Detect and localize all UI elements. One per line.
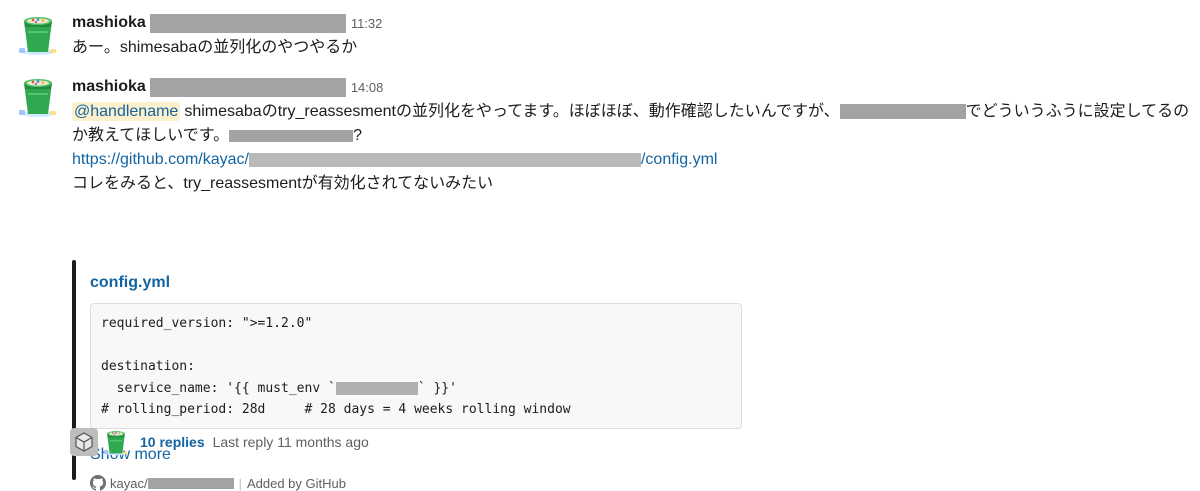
thread-summary[interactable]: 10 replies Last reply 11 months ago — [70, 428, 369, 456]
message-text: あー。shimesabaの並列化のやつやるか — [72, 39, 358, 56]
timestamp[interactable]: 11:32 — [351, 16, 383, 31]
bucket-avatar-icon[interactable] — [16, 12, 60, 56]
redacted-repo-name[interactable] — [147, 477, 234, 489]
link-prefix[interactable]: https://github.com/kayac/ — [72, 151, 249, 168]
attachment-title[interactable]: config.yml — [90, 274, 170, 292]
redacted-display-name — [149, 77, 346, 97]
message-text-part: コレをみると、try_reassesmentが有効化されてないみたい — [72, 175, 494, 192]
message-text-part: ? — [353, 127, 363, 144]
message-content: mashioka 14:08 @handlename shimesabaのtry_… — [72, 74, 1192, 491]
footer-repo[interactable]: kayac/ — [110, 476, 148, 491]
bucket-avatar-icon[interactable] — [16, 74, 60, 118]
username[interactable]: mashioka — [72, 14, 146, 32]
redacted-display-name — [149, 13, 346, 33]
github-icon — [90, 475, 106, 491]
code-snippet: required_version: ">=1.2.0" destination: … — [90, 303, 742, 429]
username[interactable]: mashioka — [72, 78, 146, 96]
code-text: ` }}' — [417, 380, 457, 396]
code-text: service_name: '{{ must_env ` — [101, 380, 336, 396]
code-line: service_name: '{{ must_env ` ` }}' — [101, 378, 731, 400]
message-text: @handlename shimesabaのtry_reassesmentの並列化… — [72, 100, 1192, 196]
redacted-text — [229, 129, 354, 142]
link-suffix[interactable]: /config.yml — [641, 151, 717, 168]
message-content: mashioka 11:32 あー。shimesabaの並列化のやつやるか — [72, 10, 1192, 60]
footer-separator: | — [238, 475, 242, 491]
code-line: destination: — [101, 359, 195, 374]
last-reply-text: Last reply 11 months ago — [212, 434, 369, 450]
github-link[interactable]: https://github.com/kayac/ /config.yml — [72, 151, 717, 168]
code-line: required_version: ">=1.2.0" — [101, 316, 313, 331]
code-line: # rolling_period: 28d # 28 days = 4 week… — [101, 402, 571, 417]
user-mention[interactable]: @handlename — [72, 102, 181, 121]
replies-link[interactable]: 10 replies — [140, 434, 205, 450]
timestamp[interactable]: 14:08 — [351, 80, 384, 95]
bucket-avatar-icon[interactable] — [102, 428, 130, 456]
redacted-url-path[interactable] — [248, 152, 641, 167]
cube-avatar-icon[interactable] — [70, 428, 98, 456]
message-header: mashioka 14:08 — [72, 74, 1192, 100]
message-text-part: shimesabaのtry_reassesmentの並列化をやってます。ほぼほぼ… — [184, 103, 840, 120]
attachment-footer: kayac/ | Added by GitHub — [90, 475, 346, 491]
footer-added-by: Added by GitHub — [246, 475, 346, 491]
message-header: mashioka 11:32 — [72, 10, 1192, 36]
redacted-text — [839, 104, 966, 120]
redacted-code — [335, 381, 418, 395]
